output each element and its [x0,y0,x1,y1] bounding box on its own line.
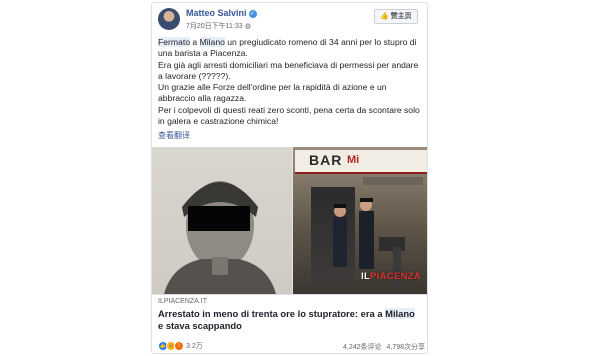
post-timestamp[interactable]: 7月20日下午11:33 ◍ [186,21,251,31]
reaction-angry-icon: ! [174,341,184,351]
link-preview-caption[interactable]: ILPIACENZA.IT Arrestato in meno di trent… [152,294,427,340]
timestamp-text[interactable]: 7月20日下午11:33 [186,23,243,30]
post-body-text: Fermato a Milano un pregiudicato romeno … [158,37,424,127]
post-header: Matteo Salvini ✓ 7月20日下午11:33 ◍ 👍 赞主页 [152,3,427,35]
headline-after[interactable]: e stava scappando [158,320,242,331]
reaction-count[interactable]: 3.2万 [186,341,203,351]
globe-icon: ◍ [244,23,251,30]
source-watermark: ILPIACENZA [361,271,421,282]
headline-milano[interactable]: Milano [385,308,415,319]
author-avatar[interactable] [158,8,180,30]
headline-before[interactable]: Arrestato in meno di trenta ore lo stupr… [158,308,385,319]
suspect-photo-graphic [164,181,276,294]
hashtag-fermato[interactable]: Fermato [158,37,190,47]
hashtag-milano[interactable]: Milano [199,37,225,47]
author-name[interactable]: Matteo Salvini ✓ [186,8,257,18]
link-headline[interactable]: Arrestato in meno di trenta ore lo stupr… [158,308,422,331]
censor-bar [188,206,250,231]
post-paragraph-1: Fermato a Milano un pregiudicato romeno … [158,37,424,60]
like-page-button[interactable]: 👍 赞主页 [374,9,418,24]
post-paragraph-2: Era già agli arresti domiciliari ma bene… [158,59,419,81]
shares-count[interactable]: 4,798次分享 [386,344,425,351]
post-paragraph-4: Per i colpevoli di questi reati zero sco… [158,104,420,127]
post-stats: 4,242条评论 4,798次分享 [340,342,425,352]
police-photo: BAR Mi ILPIACENZA [293,147,427,294]
watermark-il: IL [361,271,371,282]
post-text-a: a [190,37,200,47]
like-thumb-icon: 👍 [380,13,389,20]
reactions-summary[interactable]: 👍 ☺ ! 3.2万 [158,341,203,351]
link-domain[interactable]: ILPIACENZA.IT [158,298,207,305]
verified-badge-icon: ✓ [248,10,257,18]
post-footer: 👍 ☺ ! 3.2万 4,242条评论 4,798次分享 [152,340,427,353]
post-paragraph-3: Un grazie alle Forze dell'ordine per la … [158,82,387,104]
see-translation-link[interactable]: 查看翻译 [158,130,190,141]
facebook-post-card: Matteo Salvini ✓ 7月20日下午11:33 ◍ 👍 赞主页 Ferm… [151,2,428,354]
link-preview-image[interactable]: BAR Mi ILPIACENZA [152,147,427,294]
author-name-text[interactable]: Matteo Salvini [186,8,247,18]
suspect-photo [152,147,292,294]
watermark-name: PIACENZA [370,271,422,282]
like-page-label: 赞主页 [390,13,412,20]
comments-count[interactable]: 4,242条评论 [343,344,382,351]
